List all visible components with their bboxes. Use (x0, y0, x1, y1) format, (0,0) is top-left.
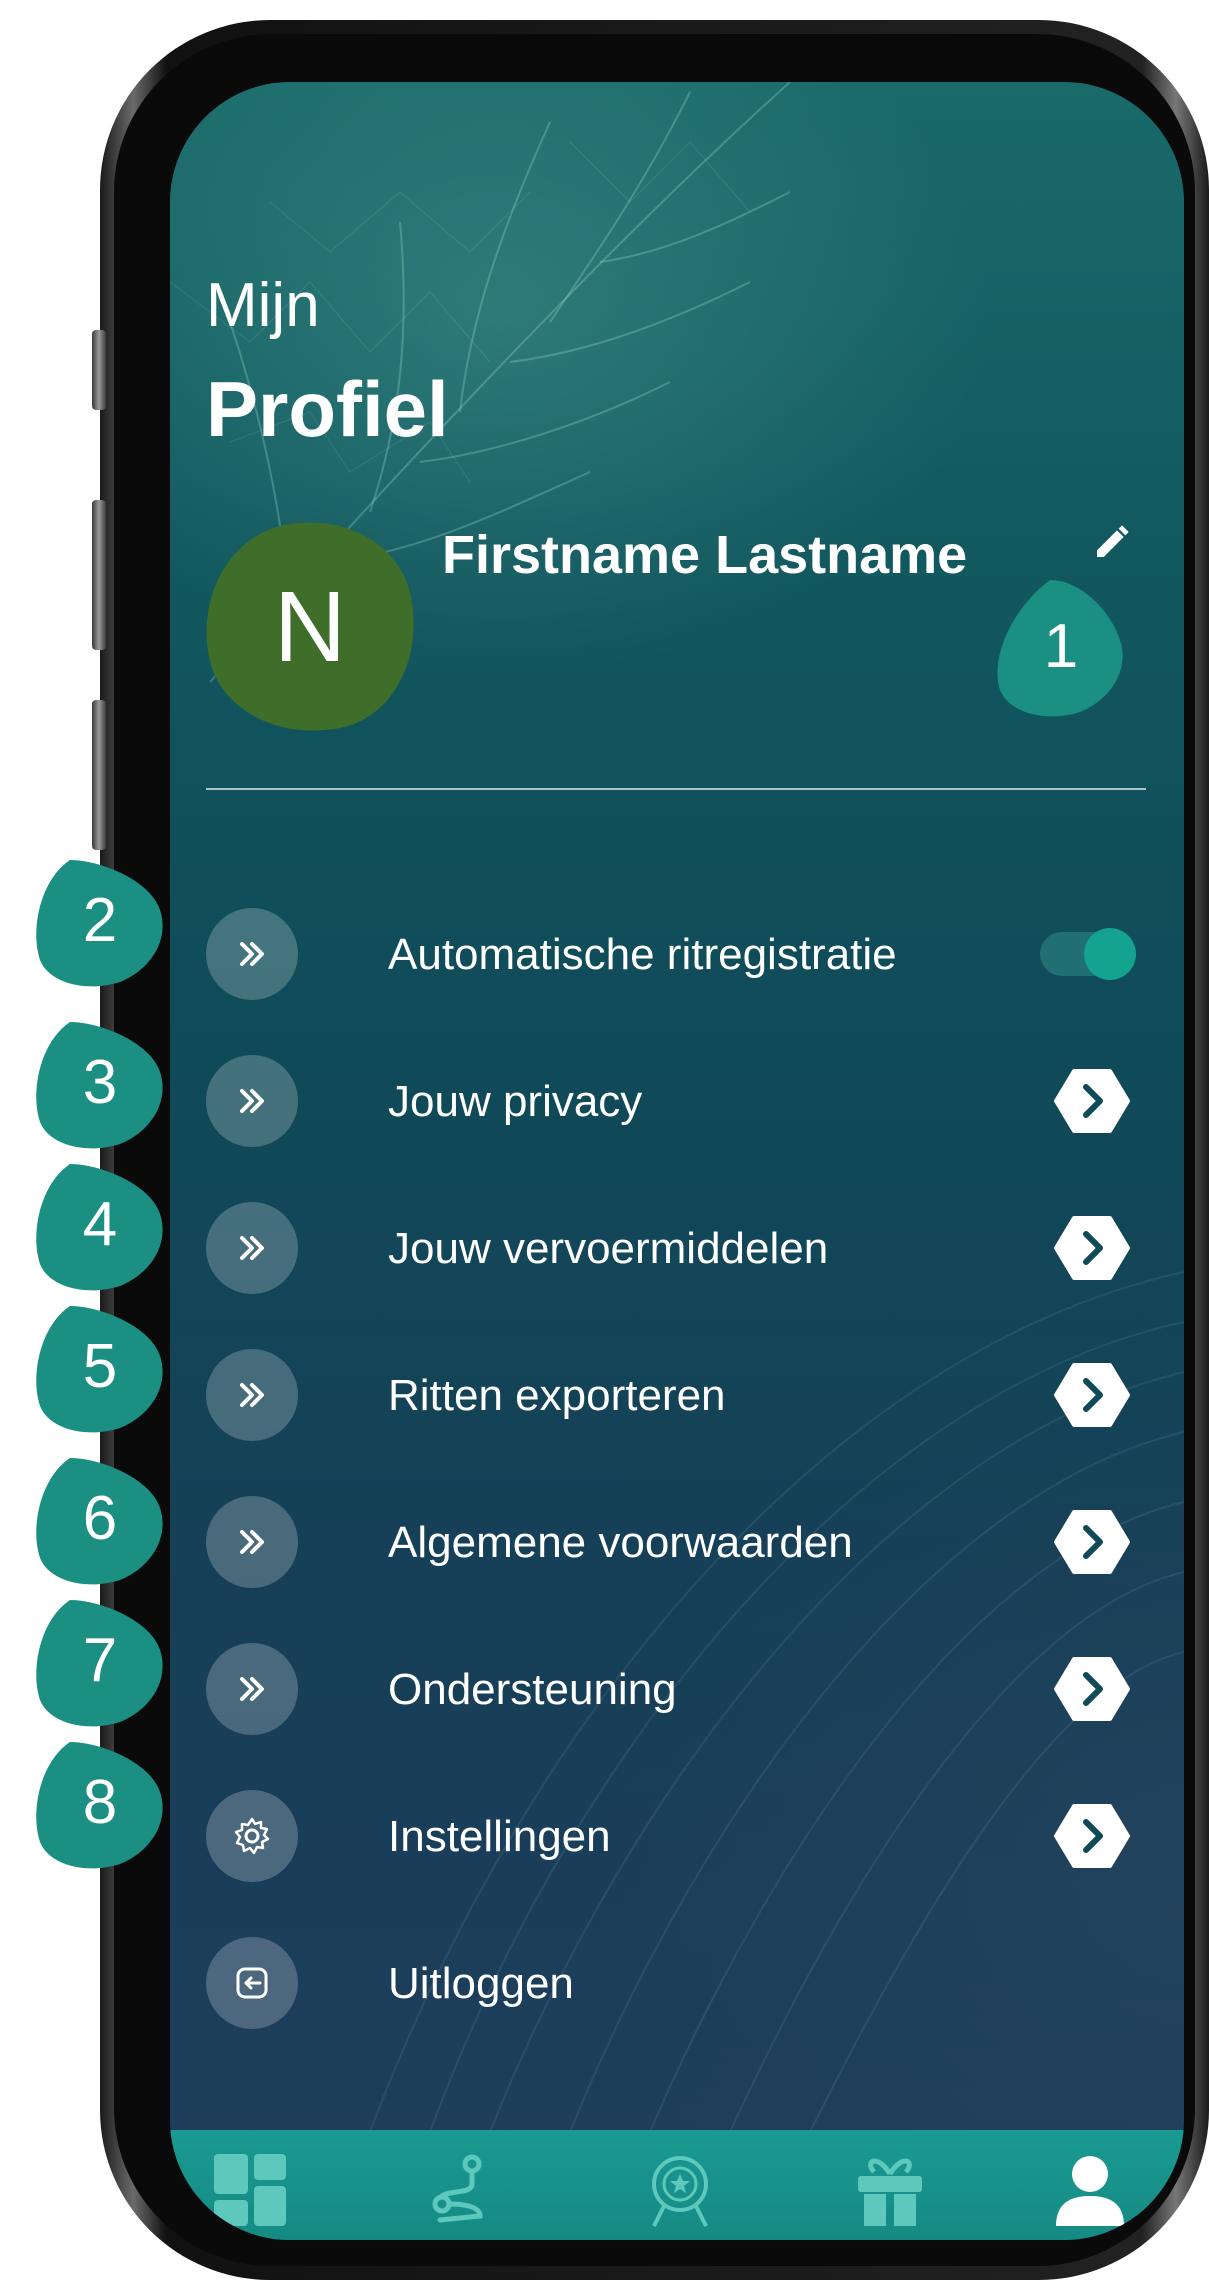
callout-number: 3 (82, 1048, 118, 1117)
callout-number: 4 (82, 1190, 118, 1259)
callout-number: 7 (82, 1626, 118, 1695)
callout-8: 8 (35, 1744, 165, 1862)
callout-2: 2 (35, 862, 165, 980)
callout-number: 6 (82, 1484, 118, 1553)
callout-6: 6 (35, 1460, 165, 1578)
callout-number: 2 (82, 886, 118, 955)
callout-number: 5 (82, 1332, 118, 1401)
callout-shapes (36, 580, 1123, 1869)
callout-1: 1 (996, 588, 1126, 706)
callout-3: 3 (35, 1024, 165, 1142)
callout-4: 4 (35, 1166, 165, 1284)
callout-number: 1 (1043, 612, 1079, 681)
callout-7: 7 (35, 1602, 165, 1720)
callout-number: 8 (82, 1768, 118, 1837)
callout-5: 5 (35, 1308, 165, 1426)
